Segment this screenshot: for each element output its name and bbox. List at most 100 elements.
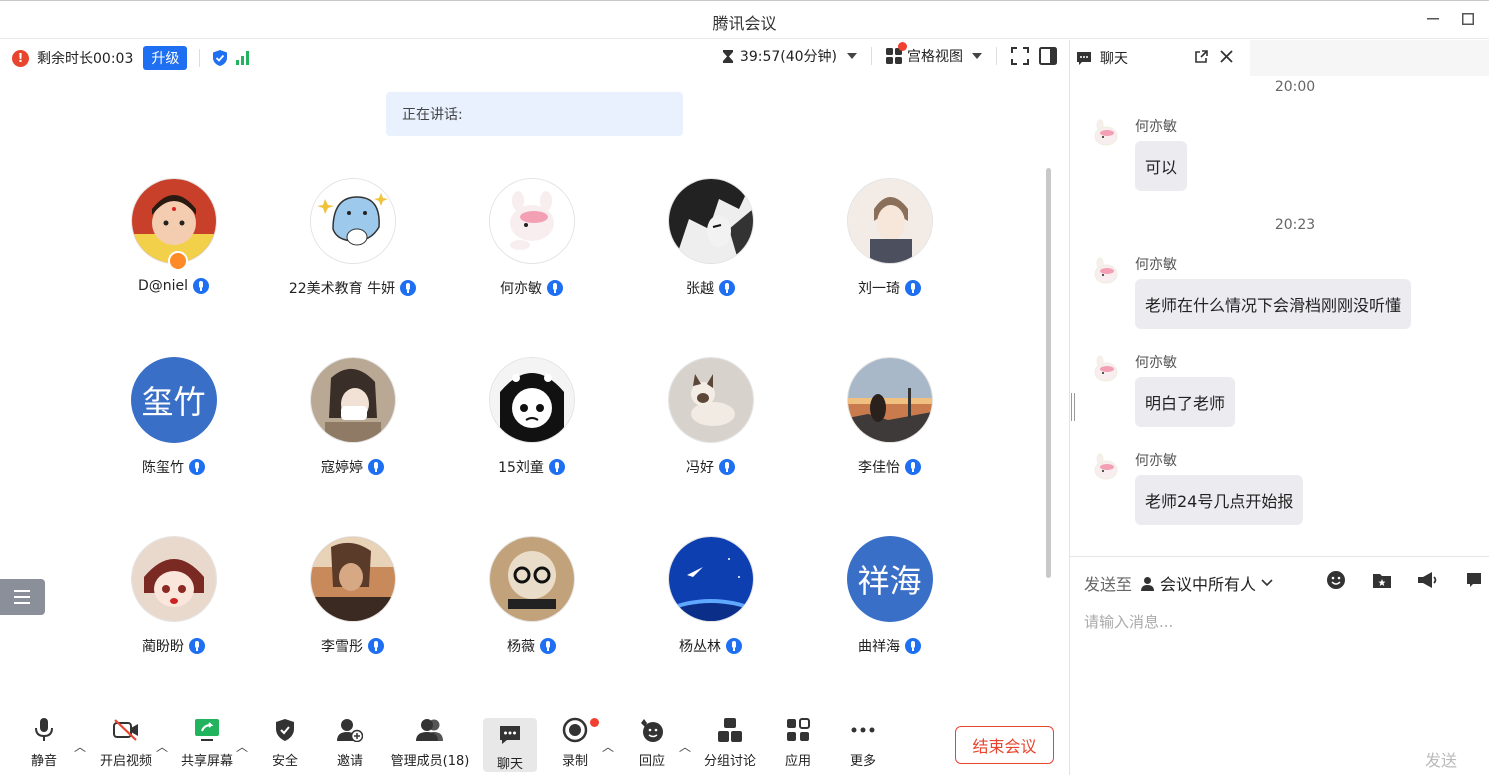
file-button[interactable] xyxy=(1371,569,1393,591)
message-bubble: 可以 xyxy=(1135,141,1188,191)
avatar xyxy=(846,178,933,264)
message-bubble: 老师24号几点开始报 xyxy=(1135,475,1304,525)
participant-name: 寇婷婷 xyxy=(321,460,363,476)
avatar xyxy=(846,357,933,443)
chevron-up-icon[interactable]: ︿ xyxy=(602,738,614,755)
avatar xyxy=(309,536,396,622)
chevron-up-icon[interactable]: ︿ xyxy=(236,738,248,755)
participant-tile[interactable]: D@niel xyxy=(84,178,263,357)
participant-tile[interactable]: 李雪彤 xyxy=(263,536,442,715)
emoji-icon xyxy=(1327,571,1345,589)
participant-tile[interactable]: 何亦敏 xyxy=(442,178,621,357)
mic-icon xyxy=(368,459,384,475)
avatar xyxy=(488,357,575,443)
maximize-icon xyxy=(1462,13,1474,25)
chevron-up-icon[interactable]: ︿ xyxy=(74,738,86,755)
chat-button[interactable]: 聊天 xyxy=(483,718,537,772)
megaphone-icon xyxy=(1418,572,1437,588)
participant-list-button[interactable] xyxy=(0,579,45,615)
chevron-down-icon xyxy=(847,53,857,59)
invite-label: 邀请 xyxy=(336,754,363,769)
record-button[interactable]: 录制 xyxy=(545,716,605,769)
manage-members-button[interactable]: 管理成员(18) xyxy=(388,716,472,769)
breakout-rooms-button[interactable]: 分组讨论 xyxy=(700,716,760,769)
timer-control[interactable]: 39:57(40分钟) xyxy=(722,46,857,66)
participant-tile[interactable]: 刘一琦 xyxy=(800,178,979,357)
avatar: 玺竹 xyxy=(130,357,217,443)
participant-tile[interactable]: 张越 xyxy=(621,178,800,357)
security-shield-icon[interactable] xyxy=(212,49,228,67)
avatar xyxy=(667,357,754,443)
participant-tile[interactable]: 22美术教育 牛妍 xyxy=(263,178,442,357)
shield-icon xyxy=(276,719,294,741)
share-screen-button[interactable]: 共享屏幕 xyxy=(177,716,237,769)
participant-tile[interactable]: 李佳怡 xyxy=(800,357,979,536)
chevron-up-icon[interactable]: ︿ xyxy=(679,738,691,755)
view-switch[interactable]: 宫格视图 xyxy=(886,42,982,66)
maximize-button[interactable] xyxy=(1458,9,1478,29)
avatar xyxy=(1088,450,1124,486)
close-chat-button[interactable] xyxy=(1220,50,1233,67)
send-to-selector[interactable]: 发送至 会议中所有人 xyxy=(1084,571,1273,595)
avatar xyxy=(130,178,217,271)
mic-icon xyxy=(726,638,742,654)
participant-tile[interactable]: 蔺盼盼 xyxy=(84,536,263,715)
emoji-button[interactable] xyxy=(1325,569,1347,591)
more-chat-button[interactable] xyxy=(1463,569,1485,591)
participant-tile[interactable]: 寇婷婷 xyxy=(263,357,442,536)
participant-tile[interactable]: 杨丛林 xyxy=(621,536,800,715)
window-title: 腾讯会议 xyxy=(712,14,777,33)
participant-grid: D@niel 22美术教育 牛妍 何亦敏 张越 刘一琦 玺竹 陈玺竹 寇婷婷 1… xyxy=(84,178,979,715)
chevron-up-icon[interactable]: ︿ xyxy=(156,738,168,755)
timestamp: 20:23 xyxy=(1274,217,1316,233)
react-button[interactable]: 回应 xyxy=(622,716,682,769)
tab-chat[interactable]: 聊天 xyxy=(1070,40,1250,76)
popout-button[interactable] xyxy=(1194,50,1208,68)
chevron-down-icon xyxy=(972,53,982,59)
message-sender: 何亦敏 xyxy=(1135,119,1177,135)
video-button[interactable]: 开启视频 xyxy=(96,716,156,769)
participant-tile[interactable]: 冯好 xyxy=(621,357,800,536)
apps-button[interactable]: 应用 xyxy=(768,716,828,769)
mute-button[interactable]: 静音 xyxy=(14,716,74,769)
message-sender: 何亦敏 xyxy=(1135,257,1177,273)
message-bubble: 老师在什么情况下会滑档刚刚没听懂 xyxy=(1135,279,1412,329)
minimize-icon xyxy=(1427,18,1439,20)
minimize-button[interactable] xyxy=(1423,9,1443,29)
chat-compose: 发送至 会议中所有人 发送 xyxy=(1070,556,1489,775)
network-signal-icon[interactable] xyxy=(236,51,250,65)
mic-icon xyxy=(905,459,921,475)
participant-tile[interactable]: 杨薇 xyxy=(442,536,621,715)
message-sender: 何亦敏 xyxy=(1135,453,1177,469)
breakout-icon xyxy=(718,718,742,742)
mic-icon xyxy=(400,280,417,296)
invite-button[interactable]: 邀请 xyxy=(320,716,380,769)
participant-name: 15刘童 xyxy=(498,460,544,476)
fullscreen-icon[interactable] xyxy=(1011,47,1029,65)
members-label: 管理成员(18) xyxy=(390,754,470,769)
participant-name: 陈玺竹 xyxy=(142,460,184,476)
chat-bubble-icon xyxy=(500,725,520,744)
speaking-indicator: 正在讲话: xyxy=(386,92,683,136)
security-label: 安全 xyxy=(271,754,298,769)
mic-icon xyxy=(548,459,565,475)
upgrade-button[interactable]: 升级 xyxy=(143,46,188,70)
participant-tile[interactable]: 玺竹 陈玺竹 xyxy=(84,357,263,536)
notification-dot xyxy=(898,42,907,51)
participant-name: 曲祥海 xyxy=(858,639,900,655)
timestamp: 20:00 xyxy=(1274,79,1316,95)
message-bubble: 明白了老师 xyxy=(1135,377,1236,427)
grid-scrollbar[interactable] xyxy=(1046,168,1051,578)
send-button[interactable]: 发送 xyxy=(1425,747,1457,771)
participant-name: 张越 xyxy=(686,281,714,297)
sidebar-toggle-icon[interactable] xyxy=(1039,47,1057,65)
announcement-button[interactable] xyxy=(1417,569,1439,591)
security-button[interactable]: 安全 xyxy=(255,716,315,769)
message-input[interactable] xyxy=(1084,611,1474,731)
end-meeting-button[interactable]: 结束会议 xyxy=(955,726,1054,764)
participant-tile[interactable]: 祥海 曲祥海 xyxy=(800,536,979,715)
participant-name: 李佳怡 xyxy=(858,460,900,476)
more-button[interactable]: 更多 xyxy=(833,716,893,769)
popout-icon xyxy=(1195,50,1208,63)
participant-tile[interactable]: 15刘童 xyxy=(442,357,621,536)
